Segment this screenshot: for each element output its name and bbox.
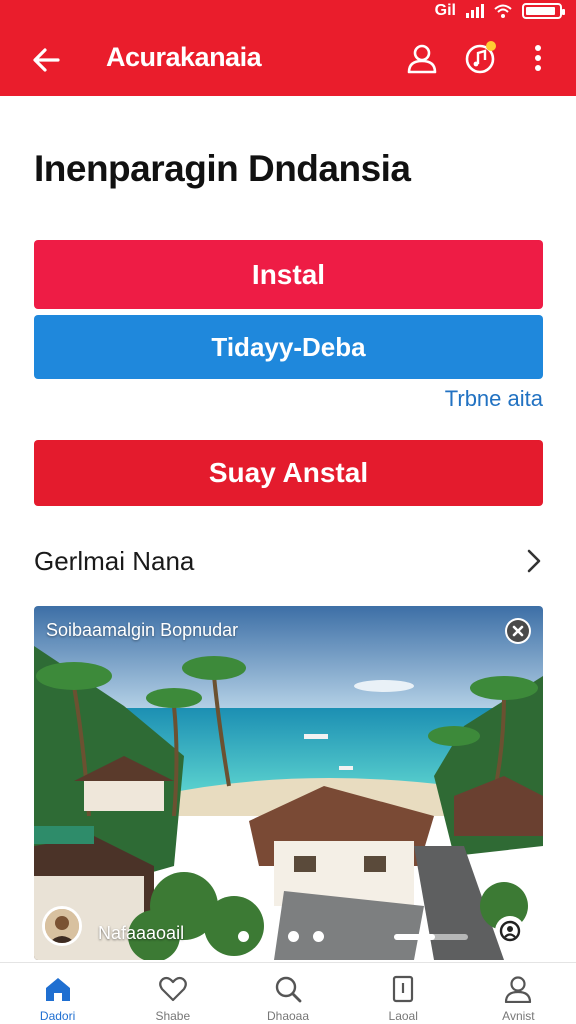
progress-fill: [394, 934, 435, 940]
section-label: Gerlmai Nana: [34, 545, 195, 576]
nav-label-favorites: Shabe: [155, 1009, 191, 1023]
nav-label-home: Dadori: [39, 1009, 76, 1023]
top-bar: Gil Acurakanaia: [0, 0, 576, 96]
search-icon: [275, 976, 302, 1003]
page-title: Inenparagin Dndansia: [34, 148, 411, 189]
nav-item-search[interactable]: Dhaoaa: [230, 963, 345, 1024]
install-button[interactable]: Instal: [34, 240, 543, 309]
signal-icon: [466, 4, 484, 18]
nav-label-search: Dhaoaa: [266, 1009, 310, 1023]
card-caption: Soibaamalgin Bopnudar: [46, 620, 239, 640]
nav-label-saved: Laoal: [388, 1009, 418, 1023]
home-icon: [45, 978, 70, 1001]
battery-level: [526, 7, 555, 15]
card-close-button[interactable]: [505, 618, 531, 644]
heart-icon: [158, 976, 187, 1002]
bookmark-icon: [393, 975, 414, 1003]
share-button[interactable]: [495, 916, 525, 946]
profile-button[interactable]: [402, 38, 442, 78]
bottom-navigation: Dadori Shabe Dhaoaa Laoal Avnist: [0, 962, 576, 1024]
author-name: Nafaaaoail: [98, 923, 185, 943]
music-badge-icon: [465, 41, 496, 74]
music-button[interactable]: [461, 38, 501, 78]
nav-item-favorites[interactable]: Shabe: [115, 963, 230, 1024]
slide-dot[interactable]: [313, 931, 324, 942]
chevron-right-icon: [527, 549, 541, 573]
app-title: Acurakanaia: [106, 42, 262, 72]
back-button[interactable]: [26, 40, 66, 80]
avatar[interactable]: [42, 906, 82, 946]
close-icon: [507, 620, 529, 642]
section-row[interactable]: Gerlmai Nana: [34, 536, 543, 586]
nav-item-home[interactable]: Dadori: [0, 963, 115, 1024]
nav-item-account[interactable]: Avnist: [461, 963, 576, 1024]
more-vert-icon: [535, 45, 541, 71]
wifi-icon: [494, 4, 512, 18]
slide-dot[interactable]: [288, 931, 299, 942]
today-deal-button[interactable]: Tidayy-Deba: [34, 315, 543, 379]
user-icon: [505, 976, 532, 1003]
stay-install-button[interactable]: Suay Anstal: [34, 440, 543, 506]
slide-indicator: [238, 931, 324, 942]
resort-photo: [34, 606, 543, 960]
app-screen: Gil Acurakanaia Inenparagin Dndansia Ins…: [0, 0, 576, 1024]
signal-text: Gil: [434, 2, 456, 19]
status-bar: Gil: [434, 0, 565, 22]
arrow-left-icon: [33, 48, 60, 72]
progress-track: [394, 934, 468, 940]
person-photo: [45, 909, 79, 943]
share-icon: [499, 920, 521, 942]
nav-item-saved[interactable]: Laoal: [346, 963, 461, 1024]
app-bar: Acurakanaia: [0, 22, 576, 94]
nav-label-account: Avnist: [502, 1009, 535, 1023]
battery-icon: [522, 3, 565, 19]
slide-dot[interactable]: [263, 931, 274, 942]
slide-dot[interactable]: [238, 931, 249, 942]
more-button[interactable]: [518, 38, 558, 78]
user-icon: [407, 44, 437, 74]
more-link[interactable]: Trbne aita: [445, 386, 543, 412]
featured-card[interactable]: Soibaamalgin Bopnudar Nafaaaoail: [34, 606, 543, 960]
